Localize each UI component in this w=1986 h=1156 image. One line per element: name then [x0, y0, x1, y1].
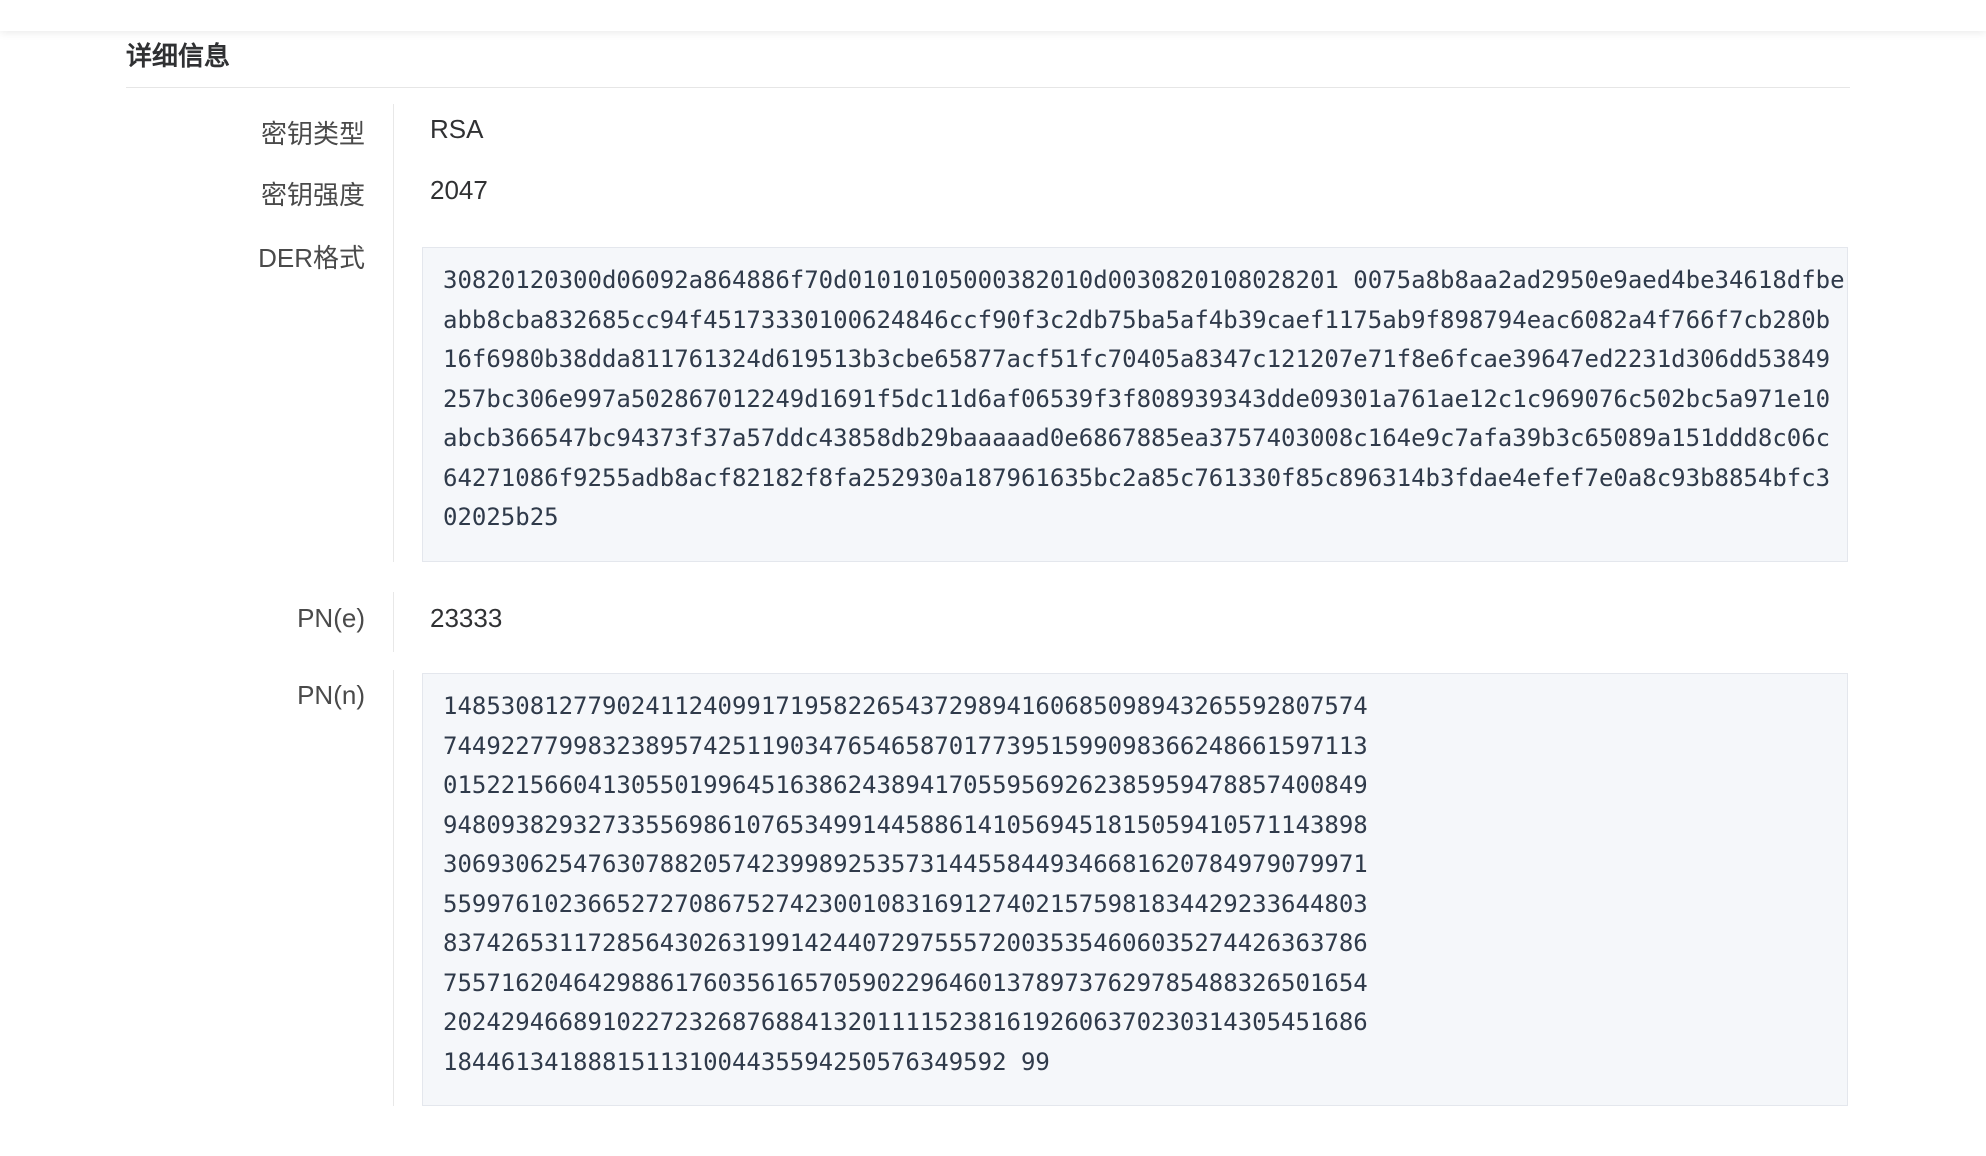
code-line: 5599761023665272708675274230010831691274… [443, 889, 1368, 918]
column-divider [393, 104, 394, 562]
code-line: 1485308127790241124099171958226543729894… [443, 692, 1368, 720]
key-type-value: RSA [430, 114, 484, 144]
code-line: 3069306254763078820574239989253573144558… [443, 850, 1368, 878]
code-line: abcb366547bc94373f37a57ddc43858db29baaaa… [443, 424, 1831, 452]
key-strength-value: 2047 [430, 175, 488, 205]
column-divider [393, 592, 394, 652]
code-line: 64271086f9255adb8acf82182f8fa252930a1879… [443, 463, 1831, 492]
pn-n-code-block[interactable]: 1485308127790241124099171958226543729894… [422, 673, 1848, 1106]
code-line: 16f6980b38dda811761324d619513b3cbe65877a… [443, 345, 1831, 373]
top-bar [0, 0, 1986, 31]
code-line: 257bc306e997a502867012249d1691f5dc11d6af… [443, 384, 1831, 413]
section-title: 详细信息 [126, 41, 231, 71]
divider [126, 87, 1850, 88]
column-divider [393, 670, 394, 1106]
code-line: 02025b25 [443, 503, 559, 531]
der-code-block[interactable]: 30820120300d06092a864886f70d010101050003… [422, 247, 1848, 562]
code-line: 2024294668910227232687688413201111523816… [443, 1008, 1368, 1036]
der-label: DER格式 [258, 243, 365, 273]
code-line: 8374265311728564302631991424407297555720… [443, 929, 1368, 957]
code-line: 30820120300d06092a864886f70d010101050003… [443, 266, 1845, 294]
code-line: 184461341888151131004435594250576349592 … [443, 1047, 1050, 1076]
pn-n-label: PN(n) [297, 680, 365, 710]
code-line: 7449227799832389574251190347654658701773… [443, 731, 1368, 760]
code-line: 0152215660413055019964516386243894170559… [443, 771, 1368, 799]
code-line: 7557162046429886176035616570590229646013… [443, 968, 1368, 997]
pn-e-value: 23333 [430, 603, 503, 633]
key-strength-label: 密钥强度 [260, 180, 365, 210]
code-line: 9480938293273355698610765349914458861410… [443, 810, 1368, 839]
pn-e-label: PN(e) [297, 603, 365, 633]
code-line: abb8cba832685cc94f45173330100624846ccf90… [443, 305, 1831, 334]
key-type-label: 密钥类型 [260, 119, 365, 149]
